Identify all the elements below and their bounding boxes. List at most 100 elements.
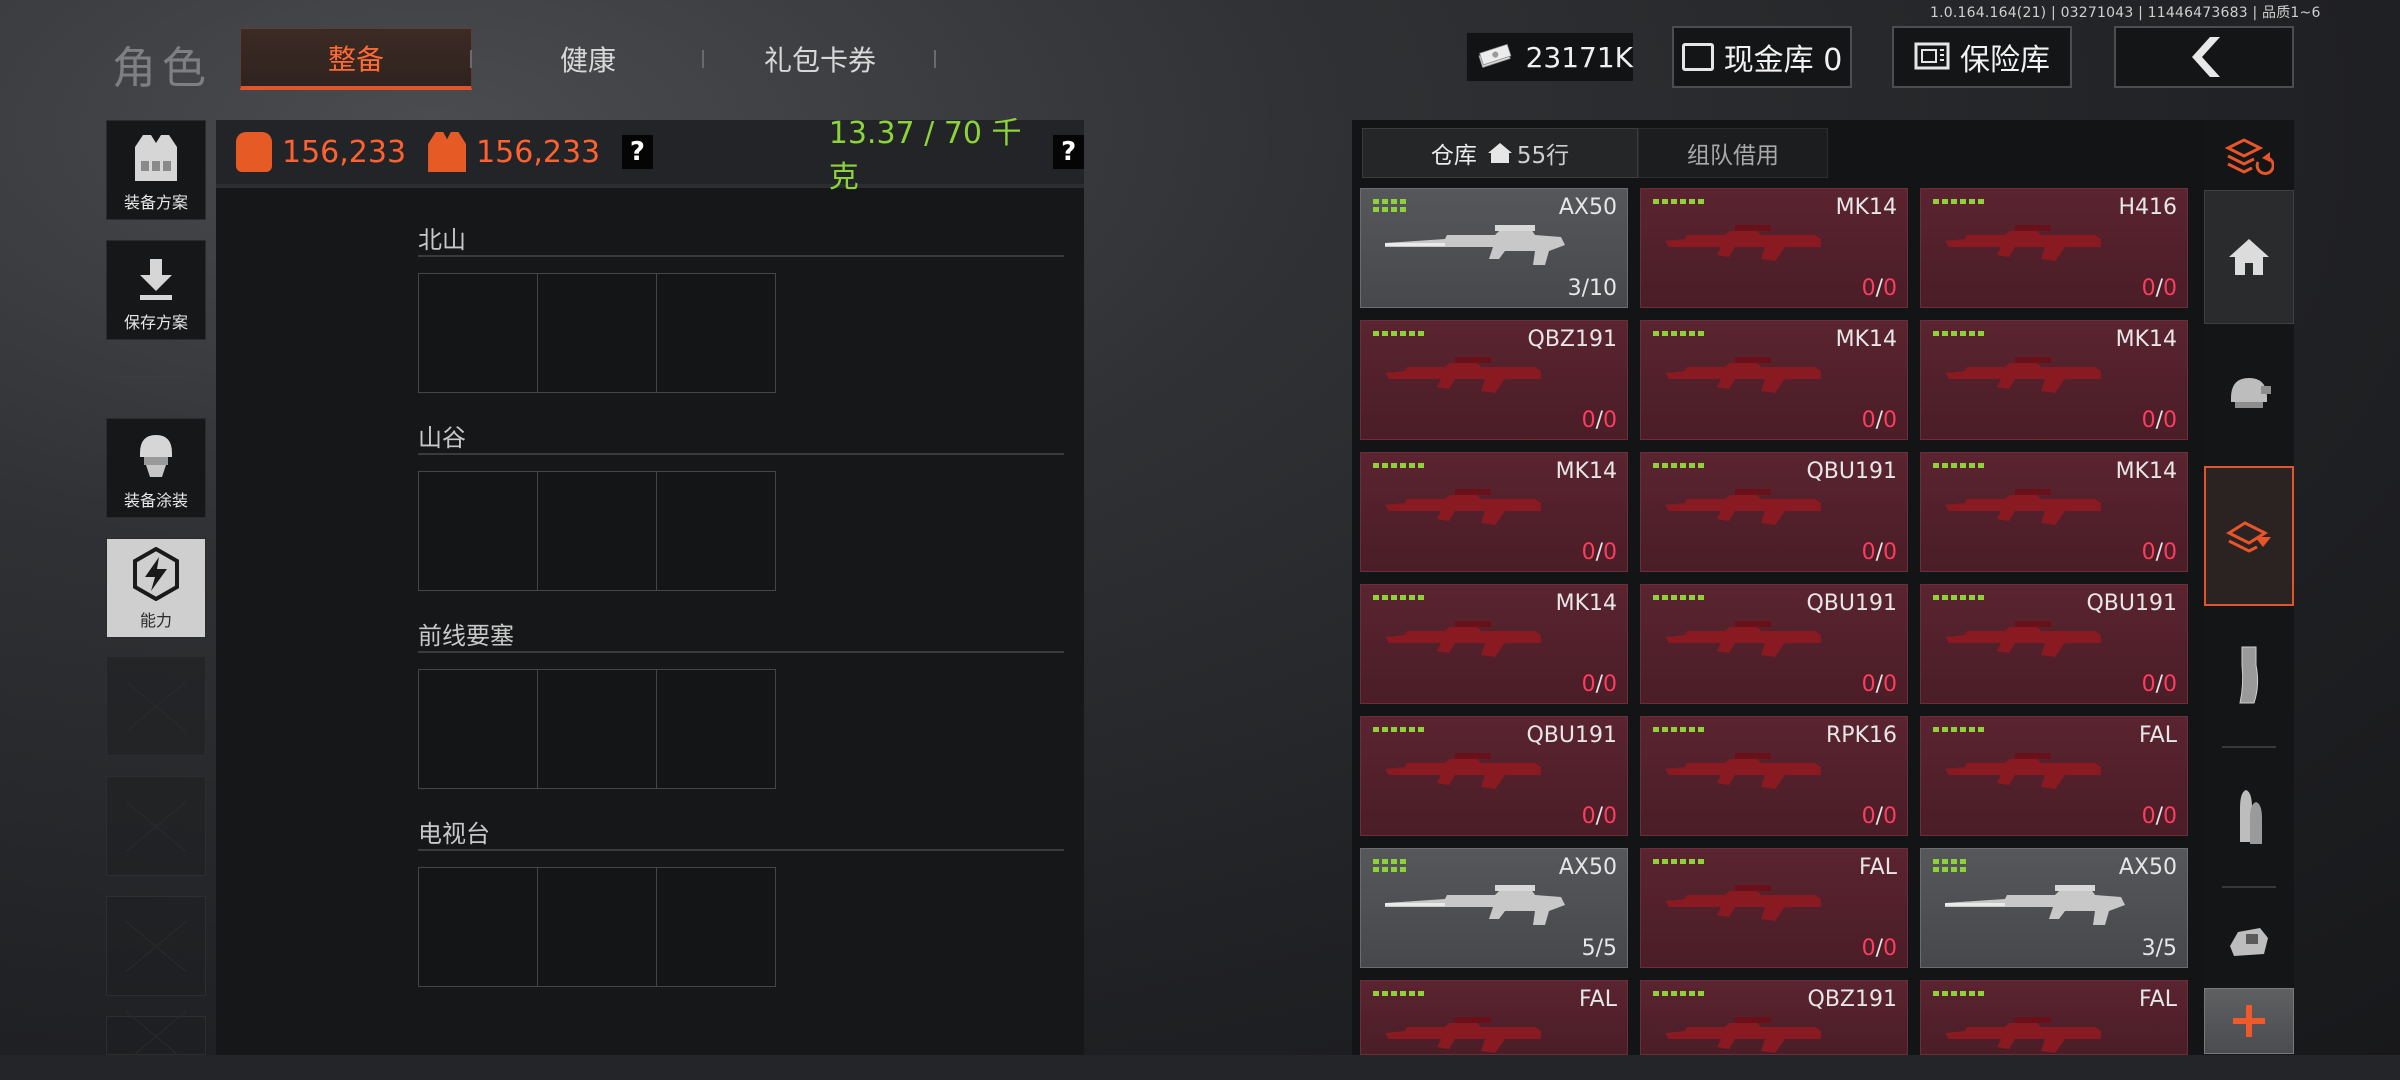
category-attachment[interactable] xyxy=(2204,898,2294,982)
warehouse-item-card[interactable]: AX50 3/5 xyxy=(1920,848,2188,968)
loadout-slot[interactable] xyxy=(657,274,775,392)
vest-value-text: 156,233 xyxy=(476,134,601,170)
warehouse-item-card[interactable]: QBZ191 0/0 xyxy=(1360,320,1628,440)
quality-pips xyxy=(1933,859,1966,872)
loadout-slot[interactable] xyxy=(419,670,538,788)
quality-pips xyxy=(1653,331,1704,336)
weapon-icon xyxy=(1945,753,2101,789)
add-category-button[interactable] xyxy=(2204,988,2294,1054)
weapon-icon xyxy=(1385,885,1565,925)
loadout-slot[interactable] xyxy=(538,472,657,590)
category-all[interactable] xyxy=(2204,190,2294,324)
tab-team-borrow[interactable]: 组队借用 xyxy=(1638,128,1828,178)
backpack-icon xyxy=(236,132,272,172)
warehouse-item-card[interactable]: QBU191 0/0 xyxy=(1640,452,1908,572)
tab-health[interactable]: 健康 xyxy=(472,28,704,90)
weapon-name: MK14 xyxy=(1555,591,1617,616)
tab-warehouse[interactable]: 仓库 55行 xyxy=(1362,128,1638,178)
category-rifle[interactable] xyxy=(2204,466,2294,606)
loadout-slot[interactable] xyxy=(538,868,657,986)
weapon-icon xyxy=(1945,885,2125,925)
ammo-separator: / xyxy=(1875,936,1883,961)
cash-vault-button[interactable]: 现金库 0 xyxy=(1672,26,1852,88)
ammo-count: 0/0 xyxy=(1862,672,1897,697)
warehouse-item-card[interactable]: FAL 0/0 xyxy=(1640,848,1908,968)
warehouse-item-card[interactable]: QBU191 0/0 xyxy=(1640,584,1908,704)
home-icon xyxy=(1487,143,1512,163)
loadout-slot[interactable] xyxy=(419,868,538,986)
tab-equip[interactable]: 整备 xyxy=(240,28,472,90)
loadout-slot[interactable] xyxy=(419,274,538,392)
category-magazine[interactable] xyxy=(2204,616,2294,734)
ammo-separator: / xyxy=(1875,672,1883,697)
warehouse-rows: 55行 xyxy=(1516,143,1570,169)
sort-refresh-button[interactable] xyxy=(2204,124,2294,188)
warehouse-item-card[interactable]: QBU191 0/0 xyxy=(1360,716,1628,836)
empty-slot xyxy=(106,1016,206,1055)
ammo-current: 0 xyxy=(1581,540,1596,565)
ammo-current: 0 xyxy=(2141,804,2156,829)
ammo-separator: / xyxy=(2155,804,2163,829)
warehouse-item-card[interactable]: MK14 0/0 xyxy=(1640,188,1908,308)
map-divider xyxy=(418,651,1064,653)
ammo-separator: / xyxy=(1875,540,1883,565)
warehouse-item-card[interactable]: QBZ191 xyxy=(1640,980,1908,1055)
quality-pips xyxy=(1653,727,1704,732)
loadout-slot[interactable] xyxy=(657,472,775,590)
weapon-icon xyxy=(1945,489,2101,525)
ammo-max: 0 xyxy=(1603,540,1617,565)
weapon-name: QBZ191 xyxy=(1527,327,1617,352)
ammo-count: 5/5 xyxy=(1582,936,1617,961)
warehouse-item-card[interactable]: AX50 5/5 xyxy=(1360,848,1628,968)
warehouse-item-card[interactable]: AX50 3/10 xyxy=(1360,188,1628,308)
download-icon xyxy=(140,259,172,300)
loadout-slot[interactable] xyxy=(657,670,775,788)
equipment-plan-button[interactable]: 装备方案 xyxy=(106,120,206,220)
safe-button[interactable]: 保险库 xyxy=(1892,26,2072,88)
warehouse-item-card[interactable]: FAL xyxy=(1360,980,1628,1055)
loadout-slot[interactable] xyxy=(538,670,657,788)
warehouse-item-card[interactable]: MK14 0/0 xyxy=(1360,452,1628,572)
back-button[interactable] xyxy=(2114,26,2294,88)
save-plan-button[interactable]: 保存方案 xyxy=(106,240,206,340)
ammo-current: 0 xyxy=(2141,276,2156,301)
ammo-current: 0 xyxy=(2141,540,2156,565)
warehouse-item-card[interactable]: MK14 0/0 xyxy=(1920,320,2188,440)
weapon-name: FAL xyxy=(1579,987,1617,1012)
ammo-separator: / xyxy=(1875,276,1883,301)
quality-pips xyxy=(1653,595,1704,600)
currency-amount: 23171K xyxy=(1525,40,1633,74)
warehouse-item-card[interactable]: MK14 0/0 xyxy=(1640,320,1908,440)
warehouse-item-card[interactable]: QBU191 0/0 xyxy=(1920,584,2188,704)
map-slots-beishan xyxy=(418,273,776,393)
value-help-button[interactable]: ? xyxy=(622,135,653,169)
ammo-separator: / xyxy=(1595,540,1603,565)
weight-help-button[interactable]: ? xyxy=(1053,135,1085,169)
tab-gift-coupons[interactable]: 礼包卡券 xyxy=(704,28,936,90)
ammo-count: 0/0 xyxy=(1862,804,1897,829)
category-helmet[interactable] xyxy=(2204,338,2294,450)
warehouse-item-card[interactable]: FAL xyxy=(1920,980,2188,1055)
cash-vault-label: 现金库 0 xyxy=(1723,43,1843,78)
ammo-max: 0 xyxy=(1883,804,1897,829)
weapon-icon xyxy=(1665,489,1821,525)
weapon-icon xyxy=(1385,225,1565,265)
ammo-count: 0/0 xyxy=(1582,540,1617,565)
equipment-skin-button[interactable]: 装备涂装 xyxy=(106,418,206,518)
equipment-plan-label: 装备方案 xyxy=(123,193,188,212)
ammo-max: 0 xyxy=(2163,672,2177,697)
loadout-slot[interactable] xyxy=(538,274,657,392)
plus-icon xyxy=(2233,1005,2265,1037)
ammo-current: 0 xyxy=(1861,936,1876,961)
ability-button[interactable]: 能力 xyxy=(106,538,206,638)
map-title-beishan: 北山 xyxy=(418,226,466,254)
empty-slot xyxy=(106,896,206,996)
warehouse-item-card[interactable]: RPK16 0/0 xyxy=(1640,716,1908,836)
warehouse-item-card[interactable]: FAL 0/0 xyxy=(1920,716,2188,836)
warehouse-item-card[interactable]: H416 0/0 xyxy=(1920,188,2188,308)
warehouse-item-card[interactable]: MK14 0/0 xyxy=(1360,584,1628,704)
category-ammo[interactable] xyxy=(2204,756,2294,880)
warehouse-item-card[interactable]: MK14 0/0 xyxy=(1920,452,2188,572)
loadout-slot[interactable] xyxy=(657,868,775,986)
loadout-slot[interactable] xyxy=(419,472,538,590)
